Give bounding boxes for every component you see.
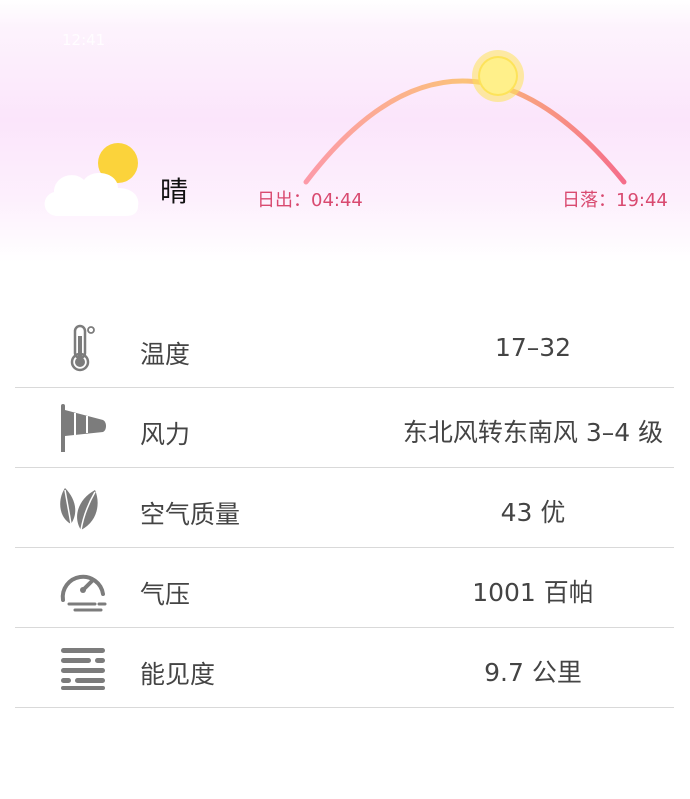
thermometer-icon — [70, 324, 95, 372]
detail-label: 温度 — [140, 340, 191, 369]
weather-header: 12:41 晴 日出：04:44 日落：19:44 — [0, 0, 690, 262]
sunset-time: 日落：19:44 — [562, 190, 668, 211]
leaf-icon — [60, 488, 98, 531]
condition-text: 晴 — [160, 175, 189, 208]
sun-icon — [472, 50, 524, 102]
detail-value: 17–32 — [494, 333, 572, 362]
status-time: 12:41 — [62, 31, 106, 49]
sunrise-time: 日出：04:44 — [257, 190, 363, 211]
gauge-icon — [60, 574, 107, 612]
weather-details-list: 温度 17–32 风力 东北风转东南风 3–4 级 空气质量 43 优 气压 1… — [15, 308, 674, 708]
list-item: 空气质量 43 优 — [15, 468, 674, 548]
detail-value: 1001 百帕 — [472, 578, 594, 607]
sun-arc — [303, 50, 627, 185]
detail-label: 能见度 — [140, 660, 216, 689]
detail-label: 风力 — [140, 420, 191, 449]
detail-label: 空气质量 — [140, 500, 241, 529]
list-item: 能见度 9.7 公里 — [15, 628, 674, 708]
detail-value: 9.7 公里 — [484, 658, 582, 687]
windsock-icon — [61, 404, 106, 452]
list-item: 温度 17–32 — [15, 308, 674, 388]
list-item: 气压 1001 百帕 — [15, 548, 674, 628]
detail-value: 43 优 — [500, 498, 566, 527]
detail-value: 东北风转东南风 3–4 级 — [402, 418, 664, 447]
sun-cloud-icon — [44, 143, 139, 216]
detail-label: 气压 — [140, 580, 191, 609]
list-item: 风力 东北风转东南风 3–4 级 — [15, 388, 674, 468]
visibility-icon — [61, 648, 105, 690]
